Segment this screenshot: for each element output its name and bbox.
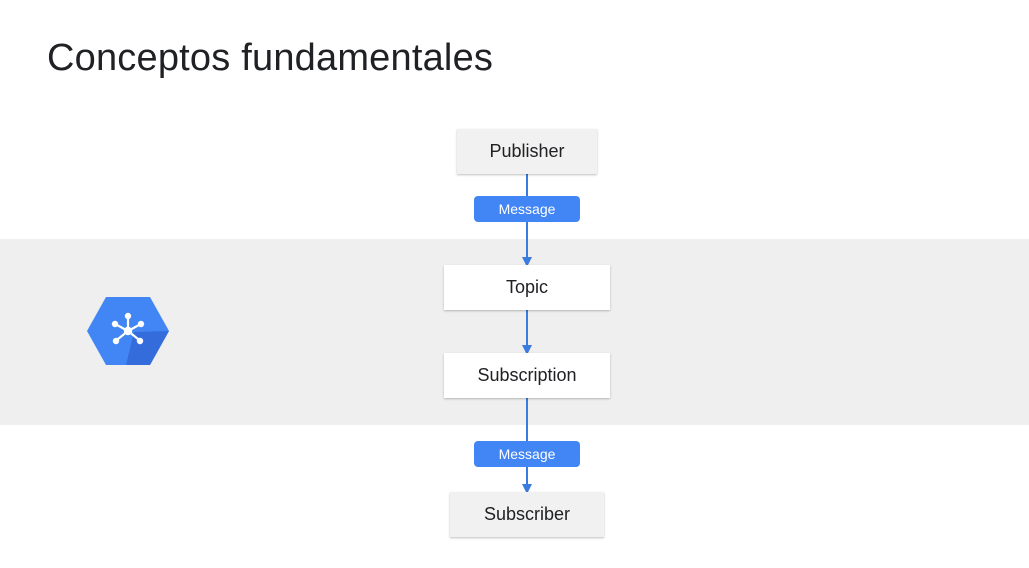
topic-label: Topic <box>505 277 549 297</box>
message-badge-label: Message <box>498 446 556 462</box>
publisher-node: Publisher <box>457 129 597 174</box>
message-badge-deliver: Message <box>474 441 580 467</box>
subscriber-node: Subscriber <box>450 492 604 537</box>
subscription-label: Subscription <box>477 365 577 385</box>
pubsub-hexagon-icon <box>87 297 169 365</box>
subscriber-label: Subscriber <box>483 504 571 524</box>
topic-node: Topic <box>444 265 610 310</box>
message-badge-publish: Message <box>474 196 580 222</box>
message-badge-label: Message <box>498 201 556 217</box>
publisher-label: Publisher <box>489 141 565 161</box>
subscription-node: Subscription <box>444 353 610 398</box>
